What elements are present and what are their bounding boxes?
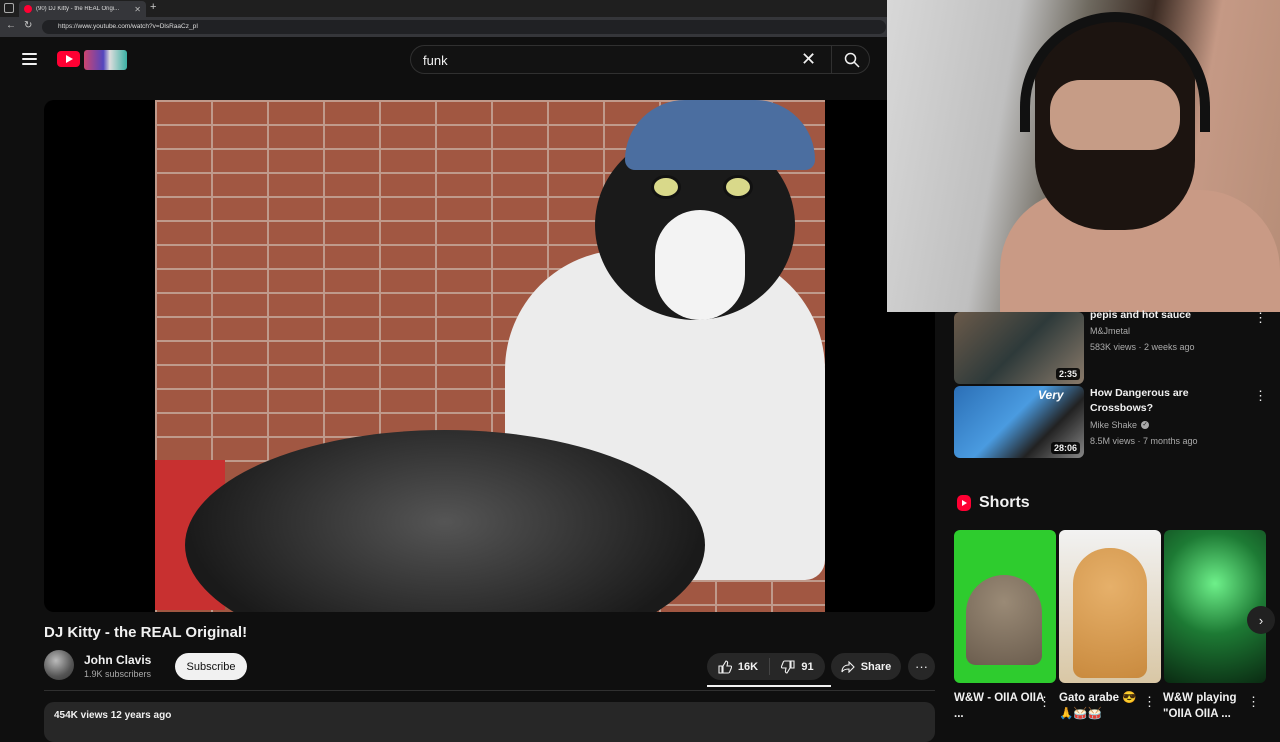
chevron-right-icon[interactable]: › — [1247, 606, 1275, 634]
like-ratio-bar — [707, 685, 831, 687]
thumbs-down-icon — [781, 659, 795, 674]
video-frame — [155, 100, 825, 612]
search-button[interactable] — [831, 45, 871, 74]
reload-icon[interactable]: ↻ — [24, 20, 32, 31]
video-thumbnail[interactable]: 2:35 — [954, 312, 1084, 384]
more-actions-icon[interactable]: ··· — [908, 653, 935, 680]
subscriber-count: 1.9K subscribers — [84, 669, 152, 679]
short-title[interactable]: W&W - OIIA OIIA ... — [954, 690, 1044, 722]
short-thumbnail[interactable] — [954, 530, 1056, 683]
search-box[interactable]: funk ✕ — [410, 45, 870, 74]
back-icon[interactable]: ← — [6, 20, 16, 31]
shorts-label: Shorts — [979, 494, 1030, 511]
youtube-doodle-logo[interactable] — [84, 50, 127, 70]
recommended-meta: 8.5M views · 7 months ago — [1090, 436, 1198, 446]
short-thumbnail[interactable] — [1059, 530, 1161, 683]
hamburger-menu-icon[interactable] — [22, 53, 37, 65]
view-stats: 454K views 12 years ago — [54, 710, 172, 721]
close-tab-icon[interactable]: ✕ — [134, 5, 141, 14]
clear-search-icon[interactable]: ✕ — [801, 49, 816, 70]
channel-avatar[interactable] — [44, 650, 74, 680]
window-menu-icon[interactable] — [4, 3, 14, 13]
more-vert-icon[interactable]: ⋮ — [1247, 694, 1260, 710]
search-input[interactable]: funk — [423, 53, 448, 68]
dislike-count: 91 — [801, 660, 814, 673]
recommended-channel-row[interactable]: Mike Shake ✓ — [1090, 420, 1150, 430]
divider — [44, 690, 935, 691]
browser-tab[interactable]: (90) DJ Kitty - the REAL Origi... ✕ — [19, 1, 146, 17]
description-box[interactable]: 454K views 12 years ago — [44, 702, 935, 742]
recommended-title[interactable]: How Dangerous are Crossbows? — [1090, 386, 1230, 416]
cat-figure — [966, 575, 1042, 665]
share-button[interactable]: Share — [831, 653, 901, 680]
recommended-video[interactable]: 2:35 pepis and hot sauce M&Jmetal 583K v… — [954, 309, 1267, 384]
thumbnail-text: Very — [1038, 388, 1064, 402]
share-label: Share — [860, 660, 892, 673]
youtube-header: funk ✕ — [0, 37, 887, 85]
tab-title: (90) DJ Kitty - the REAL Origi... — [36, 6, 120, 12]
recommended-channel[interactable]: M&Jmetal — [1090, 326, 1130, 336]
thumbs-up-icon — [718, 659, 732, 674]
more-vert-icon[interactable]: ⋮ — [1038, 694, 1051, 710]
dislike-button[interactable]: 91 — [770, 659, 825, 674]
cat-eye-left — [651, 175, 681, 199]
short-title[interactable]: Gato arabe 😎🙏🥁🥁 — [1059, 690, 1149, 722]
cat-eye-right — [723, 175, 753, 199]
short-title[interactable]: W&W playing "OIIA OIIA ... — [1163, 690, 1245, 722]
like-button[interactable]: 16K — [707, 658, 770, 675]
duration-badge: 2:35 — [1055, 368, 1080, 380]
more-vert-icon[interactable]: ⋮ — [1254, 310, 1267, 326]
share-arrow-icon — [841, 660, 855, 673]
short-thumbnail[interactable] — [1164, 530, 1266, 683]
verified-check-icon: ✓ — [1141, 421, 1150, 429]
video-thumbnail[interactable]: Very 28:06 — [954, 386, 1084, 458]
more-vert-icon[interactable]: ⋮ — [1254, 388, 1267, 404]
new-tab-icon[interactable]: + — [150, 1, 156, 13]
recommended-video[interactable]: Very 28:06 How Dangerous are Crossbows? … — [954, 386, 1267, 458]
video-title: DJ Kitty - the REAL Original! — [44, 624, 248, 641]
youtube-logo-icon[interactable] — [57, 51, 80, 67]
recommended-title[interactable]: pepis and hot sauce — [1090, 308, 1230, 323]
recommended-channel[interactable]: Mike Shake — [1090, 420, 1137, 430]
cat-figure — [1073, 548, 1147, 678]
like-dislike-group: 16K 91 — [707, 653, 825, 680]
shorts-logo-icon — [957, 495, 971, 511]
recommended-meta: 583K views · 2 weeks ago — [1090, 342, 1195, 352]
video-player[interactable] — [44, 100, 935, 612]
youtube-favicon-icon — [24, 5, 32, 13]
search-icon — [844, 52, 860, 68]
subscribe-button[interactable]: Subscribe — [175, 653, 247, 680]
duration-badge: 28:06 — [1050, 442, 1080, 454]
cat-cap — [625, 100, 815, 170]
shorts-heading: Shorts — [957, 494, 1030, 512]
like-count: 16K — [737, 660, 759, 673]
url-field[interactable]: https://www.youtube.com/watch?v=DlsRaaCz… — [42, 20, 886, 34]
more-vert-icon[interactable]: ⋮ — [1143, 694, 1156, 710]
cat-face — [655, 210, 745, 320]
channel-name[interactable]: John Clavis — [84, 653, 151, 667]
